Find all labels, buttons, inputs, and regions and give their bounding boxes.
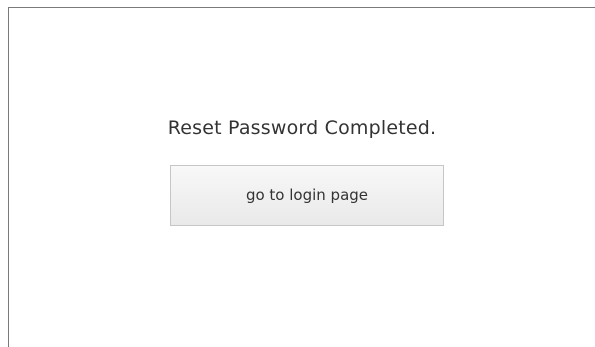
content-panel: Reset Password Completed. go to login pa… (8, 7, 595, 347)
go-to-login-page-button[interactable]: go to login page (170, 165, 444, 226)
reset-password-completed-message: Reset Password Completed. (167, 117, 437, 139)
